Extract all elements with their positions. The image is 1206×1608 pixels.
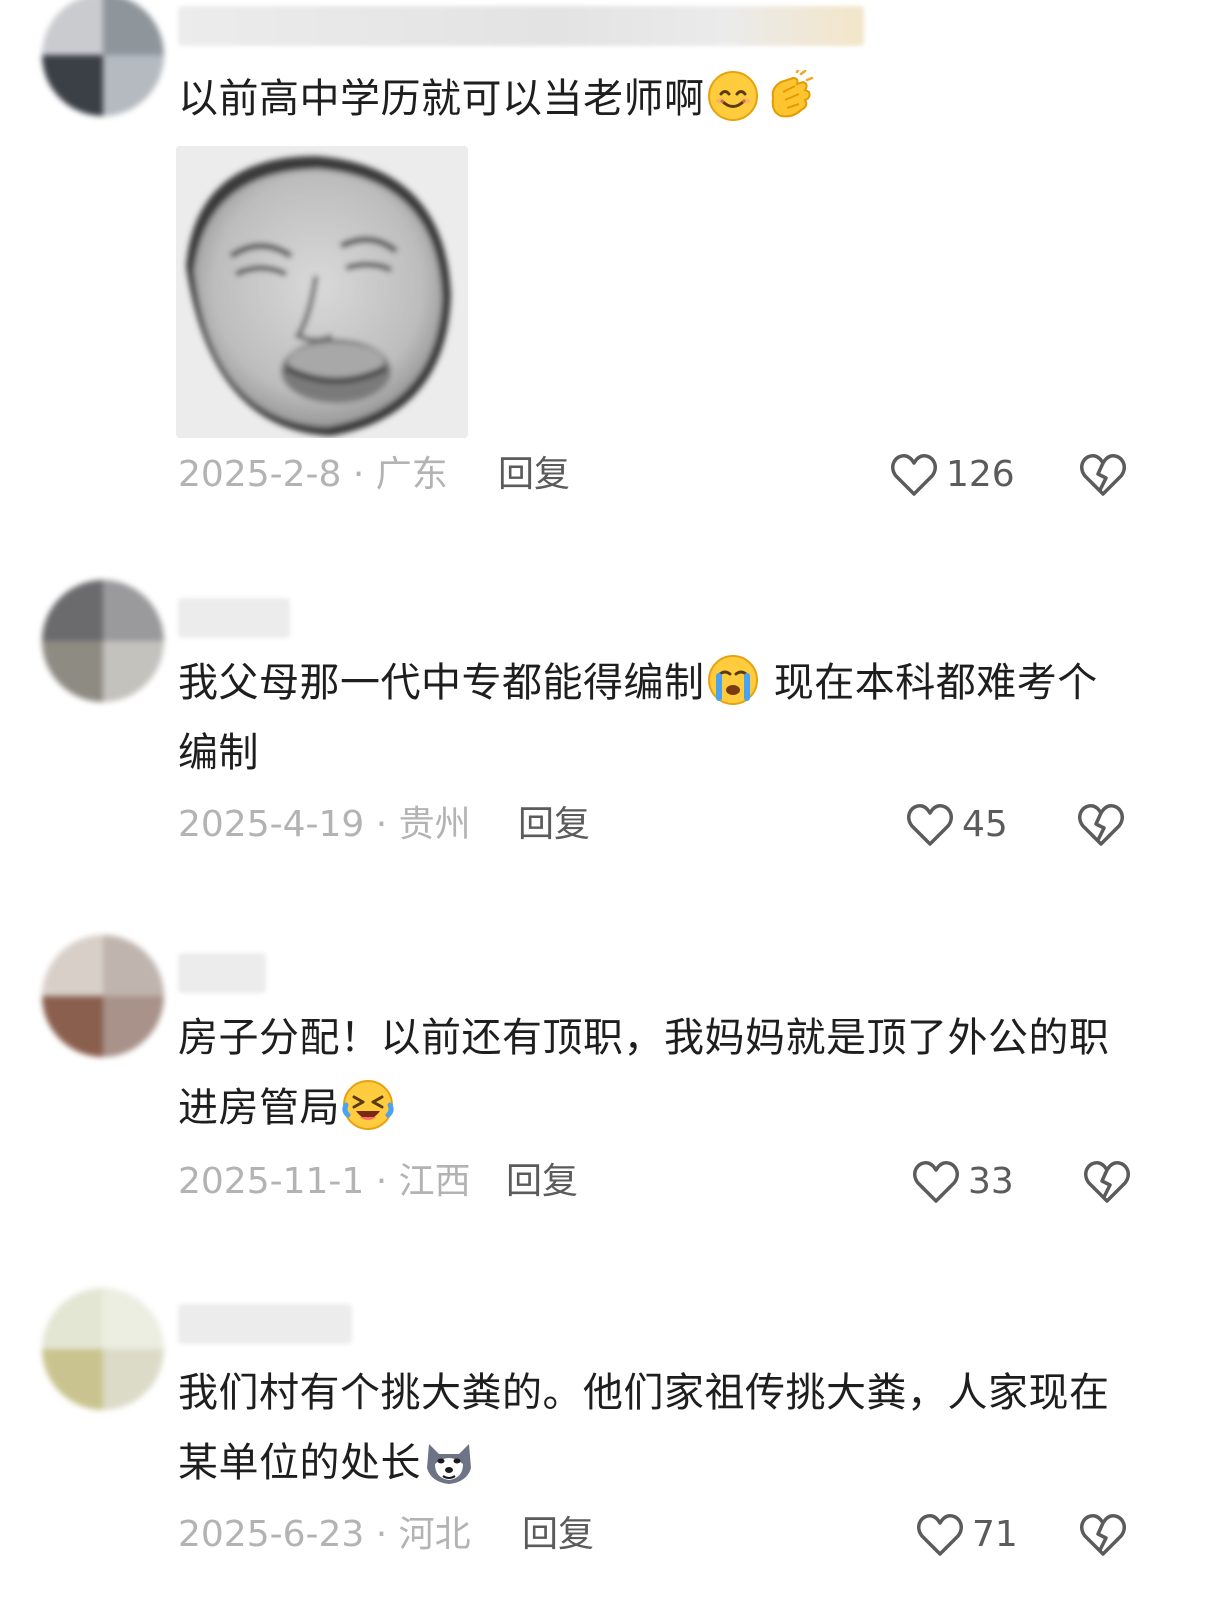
smiling-face-icon: [707, 70, 759, 122]
laughing-crying-face-icon: [342, 1079, 394, 1131]
broken-heart-icon: [1084, 1161, 1130, 1203]
husky-face-icon: [423, 1434, 475, 1486]
comment-meta: 2025-6-23 · 河北: [178, 1510, 471, 1560]
comment-date-location: 2025-11-1 · 江西: [178, 1161, 471, 1202]
like-count: 71: [972, 1514, 1018, 1555]
username-redacted[interactable]: [178, 6, 864, 46]
reply-button[interactable]: 回复: [498, 450, 570, 500]
avatar[interactable]: [42, 0, 164, 116]
comment-meta: 2025-2-8 · 广东: [178, 450, 448, 500]
username-redacted[interactable]: [178, 598, 290, 638]
like-button[interactable]: 126: [890, 450, 1015, 500]
avatar[interactable]: [42, 1288, 164, 1410]
dislike-button[interactable]: [1078, 450, 1128, 500]
comment-text: 以前高中学历就可以当老师啊: [178, 64, 1138, 134]
broken-heart-icon: [1080, 454, 1126, 496]
broken-heart-icon: [1080, 1514, 1126, 1556]
clapping-hands-icon: [763, 68, 815, 122]
like-count: 33: [968, 1161, 1014, 1202]
comment-text: 我们村有个挑大粪的。他们家祖传挑大粪，人家现在某单位的处长: [178, 1370, 1110, 1486]
dislike-button[interactable]: [1076, 800, 1126, 850]
reply-button[interactable]: 回复: [522, 1510, 594, 1560]
comment-date-location: 2025-4-19 · 贵州: [178, 804, 471, 845]
like-button[interactable]: 71: [916, 1510, 1018, 1560]
comment-text: 我父母那一代中专都能得编制 现在本科都难考个编制: [178, 648, 1138, 788]
comment-meta: 2025-4-19 · 贵州: [178, 800, 471, 850]
crying-face-icon: [707, 654, 759, 706]
like-button[interactable]: 45: [906, 800, 1008, 850]
comment-item: 以前高中学历就可以当老师啊 2025-2-8 · 广东 回复 126: [0, 0, 1206, 520]
username-redacted[interactable]: [178, 1304, 352, 1344]
comment-date-location: 2025-2-8 · 广东: [178, 454, 448, 495]
reply-button[interactable]: 回复: [506, 1157, 578, 1207]
like-count: 126: [946, 454, 1015, 495]
comment-item: 房子分配！以前还有顶职，我妈妈就是顶了外公的职进房管局 2025-11-1 · …: [0, 935, 1206, 1225]
comment-item: 我们村有个挑大粪的。他们家祖传挑大粪，人家现在某单位的处长 2025-6-23 …: [0, 1288, 1206, 1608]
heart-icon: [891, 454, 937, 496]
comment-date-location: 2025-6-23 · 河北: [178, 1514, 471, 1555]
heart-icon: [913, 1161, 959, 1203]
comment-item: 我父母那一代中专都能得编制 现在本科都难考个编制 2025-4-19 · 贵州 …: [0, 580, 1206, 870]
avatar[interactable]: [42, 580, 164, 702]
dislike-button[interactable]: [1082, 1157, 1132, 1207]
heart-icon: [907, 804, 953, 846]
like-count: 45: [962, 804, 1008, 845]
heart-icon: [917, 1514, 963, 1556]
dislike-button[interactable]: [1078, 1510, 1128, 1560]
comment-text: 房子分配！以前还有顶职，我妈妈就是顶了外公的职进房管局: [178, 1015, 1110, 1131]
username-redacted[interactable]: [178, 953, 266, 993]
like-button[interactable]: 33: [912, 1157, 1014, 1207]
sticker-image[interactable]: [176, 146, 468, 438]
comment-meta: 2025-11-1 · 江西: [178, 1157, 471, 1207]
broken-heart-icon: [1078, 804, 1124, 846]
reply-button[interactable]: 回复: [518, 800, 590, 850]
avatar[interactable]: [42, 935, 164, 1057]
